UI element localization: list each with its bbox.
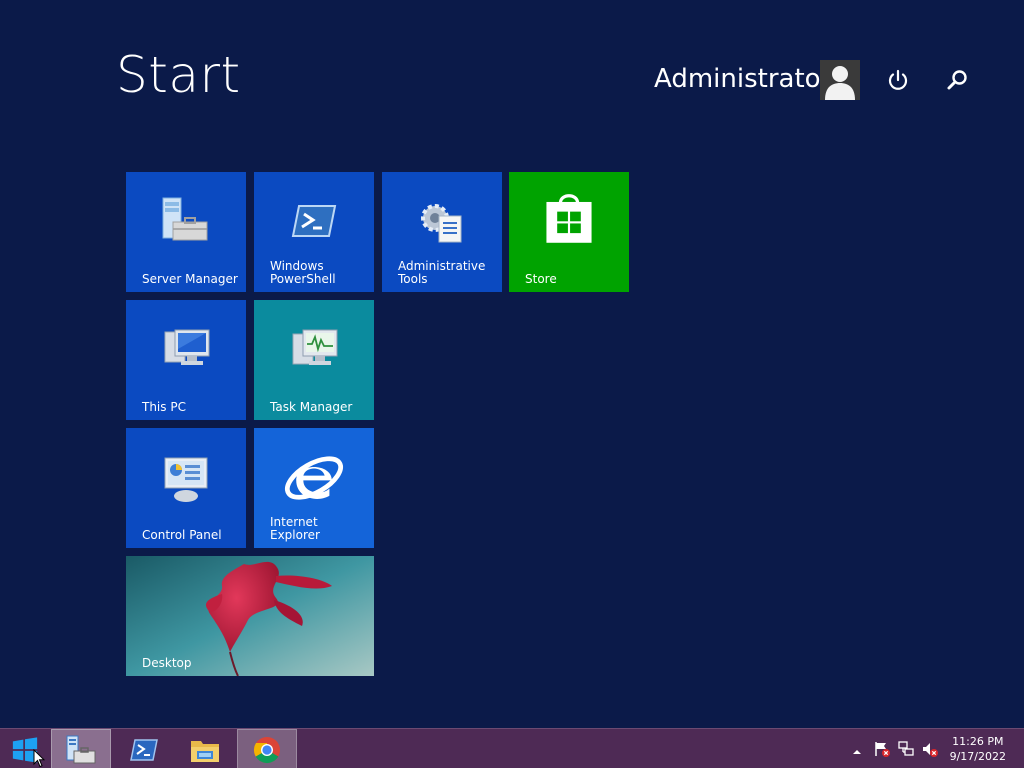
action-center-flag-icon[interactable] xyxy=(873,740,891,758)
tile-label: Control Panel xyxy=(142,528,222,542)
chrome-icon xyxy=(253,737,280,764)
folder-icon xyxy=(191,741,219,762)
taskbar-server-manager[interactable] xyxy=(51,729,111,768)
taskbar xyxy=(0,728,1024,768)
tile-label: Store xyxy=(525,272,557,286)
show-hidden-icons-icon[interactable] xyxy=(851,743,863,755)
internet-explorer-icon xyxy=(285,456,343,500)
tile-label: Windows PowerShell xyxy=(270,259,336,286)
admin-tools-icon xyxy=(421,204,462,243)
tile-label: This PC xyxy=(142,400,186,414)
tile-internet-explorer[interactable]: Internet Explorer xyxy=(254,428,374,548)
taskbar-file-explorer[interactable] xyxy=(176,730,234,768)
avatar[interactable] xyxy=(820,60,860,100)
tile-label: Task Manager xyxy=(270,400,353,414)
tile-administrative-tools[interactable]: Administrative Tools xyxy=(382,172,502,292)
clock-time: 11:26 PM xyxy=(952,735,1004,748)
start-screen: Start Administrator Server Manager Windo… xyxy=(0,0,1024,768)
mouse-cursor-icon xyxy=(33,749,45,768)
power-icon[interactable] xyxy=(886,68,910,92)
search-icon[interactable] xyxy=(945,68,969,92)
page-title: Start xyxy=(116,46,241,104)
store-icon xyxy=(546,194,592,243)
taskbar-powershell[interactable] xyxy=(114,730,172,768)
control-panel-icon xyxy=(164,457,208,502)
tile-control-panel[interactable]: Control Panel xyxy=(126,428,246,548)
tile-store[interactable]: Store xyxy=(509,172,629,292)
server-manager-icon xyxy=(162,197,208,241)
tile-label: Internet Explorer xyxy=(270,515,320,542)
user-avatar-icon xyxy=(820,60,860,100)
tile-label: Administrative Tools xyxy=(398,259,486,286)
tile-windows-powershell[interactable]: Windows PowerShell xyxy=(254,172,374,292)
this-pc-icon xyxy=(164,329,210,365)
server-manager-icon xyxy=(66,735,96,764)
tile-desktop[interactable]: Desktop xyxy=(126,556,374,676)
tile-label: Server Manager xyxy=(142,272,238,286)
volume-muted-icon[interactable] xyxy=(921,740,939,758)
taskbar-chrome[interactable] xyxy=(237,729,297,768)
tile-this-pc[interactable]: This PC xyxy=(126,300,246,420)
task-manager-icon xyxy=(292,329,338,365)
taskbar-clock[interactable]: 11:26 PM 9/17/2022 xyxy=(950,734,1006,764)
tile-task-manager[interactable]: Task Manager xyxy=(254,300,374,420)
powershell-icon xyxy=(291,205,337,237)
tile-server-manager[interactable]: Server Manager xyxy=(126,172,246,292)
network-icon[interactable] xyxy=(897,740,915,758)
user-name[interactable]: Administrator xyxy=(654,66,831,92)
powershell-icon xyxy=(130,739,158,761)
tile-label: Desktop xyxy=(142,656,192,670)
clock-date: 9/17/2022 xyxy=(949,750,1006,763)
